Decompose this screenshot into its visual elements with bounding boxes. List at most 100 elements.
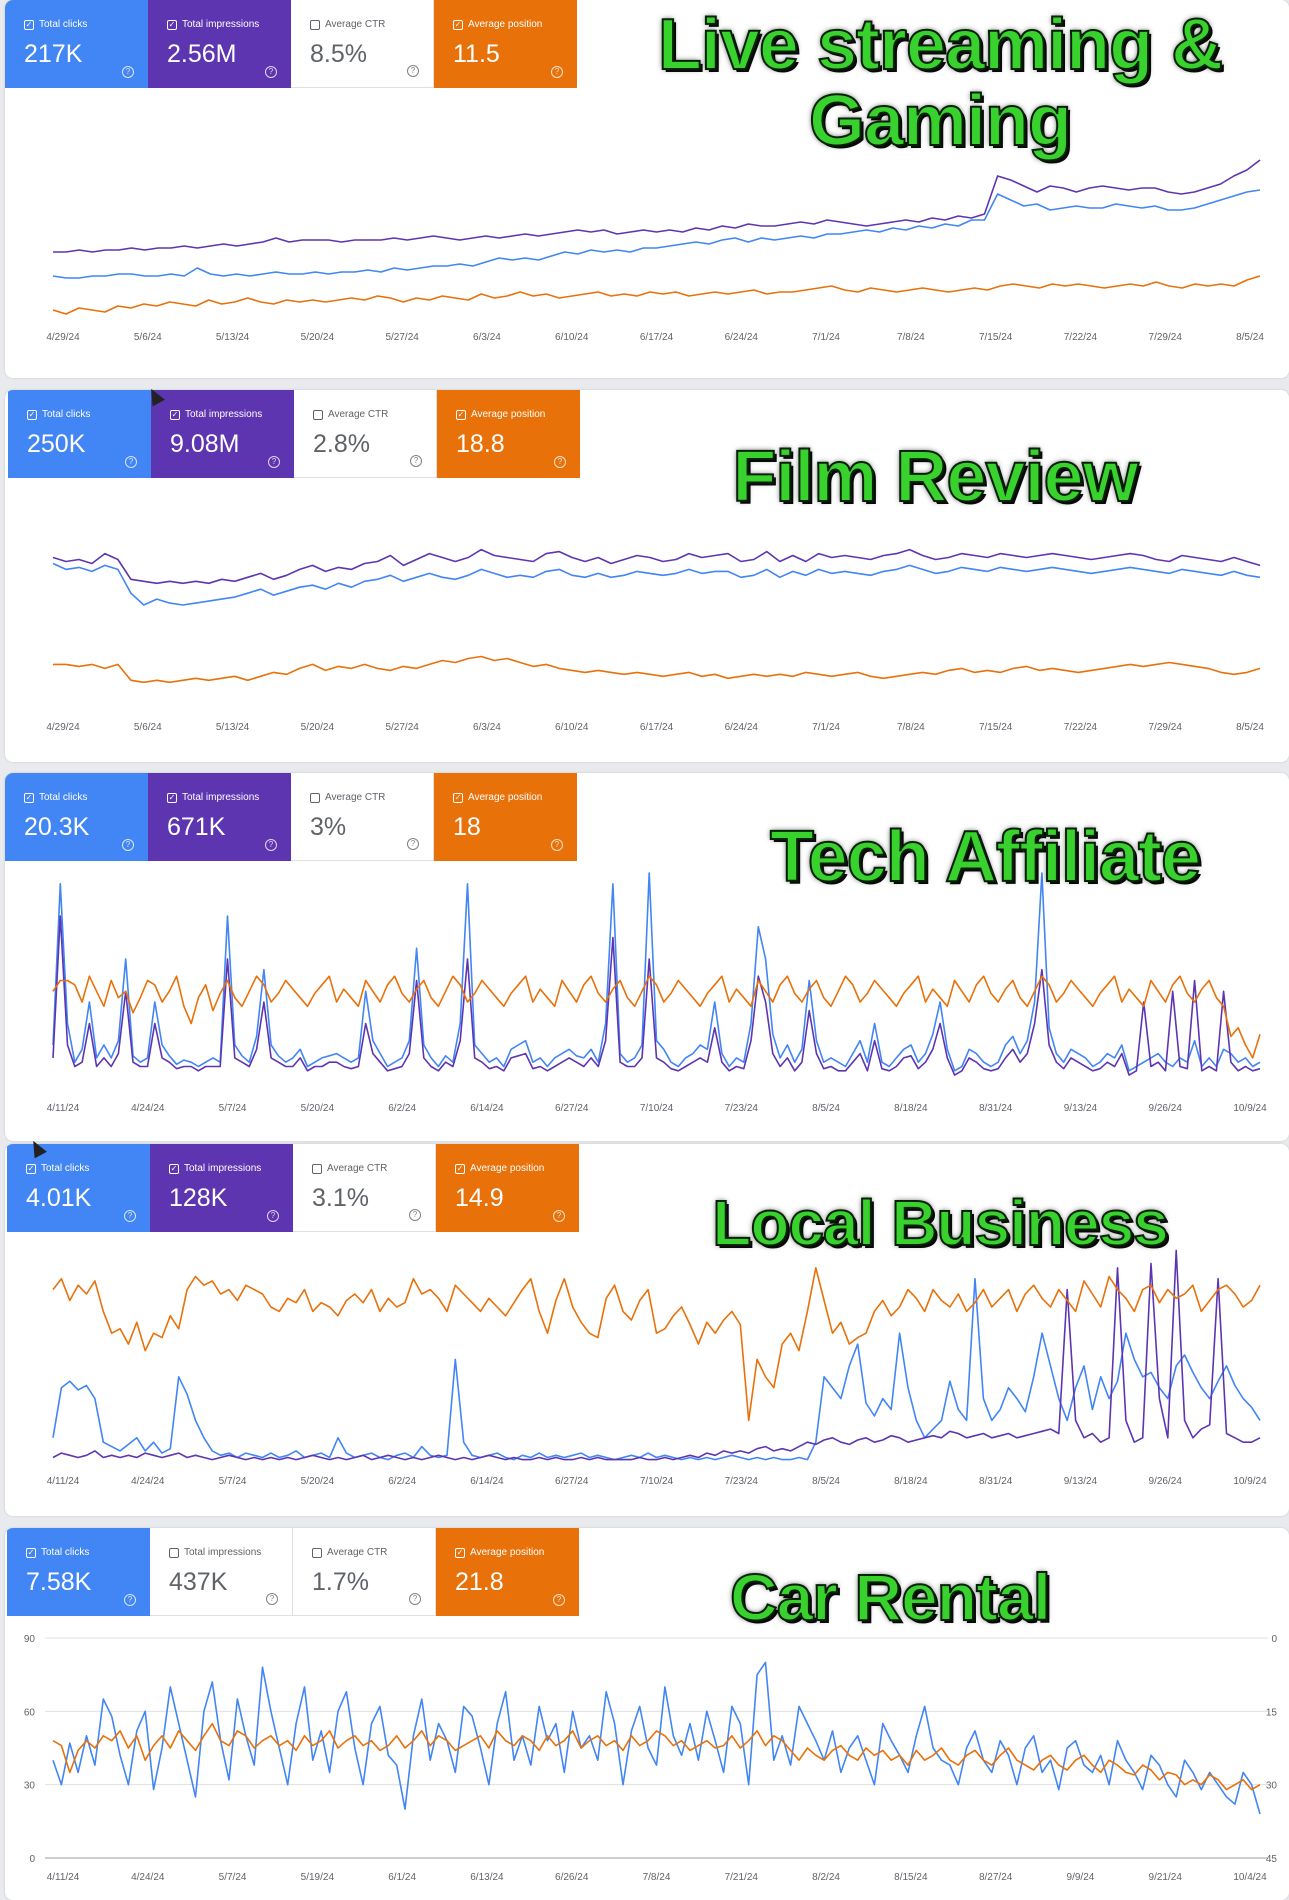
metric-card-impr[interactable]: ✓ Total impressions 9.08M? <box>151 390 294 478</box>
metric-value: 250K <box>27 430 86 458</box>
metric-card-pos[interactable]: ✓ Average position 18? <box>434 773 577 861</box>
help-icon[interactable]: ? <box>409 1209 421 1221</box>
help-icon[interactable]: ? <box>551 839 563 851</box>
x-tick-label: 6/10/24 <box>555 722 589 733</box>
help-icon[interactable]: ? <box>553 1210 565 1222</box>
x-tick-label: 5/7/24 <box>219 1872 247 1883</box>
metric-card-ctr[interactable]: Average CTR 2.8%? <box>294 390 437 478</box>
help-icon[interactable]: ? <box>553 1594 565 1606</box>
checkbox-checked-icon[interactable]: ✓ <box>167 19 177 30</box>
x-tick-label: 6/2/24 <box>388 1476 416 1487</box>
x-tick-label: 7/29/24 <box>1149 722 1183 733</box>
checkbox-checked-icon[interactable]: ✓ <box>456 409 466 420</box>
x-tick-label: 6/14/24 <box>470 1476 504 1487</box>
checkbox-empty-icon[interactable] <box>310 19 320 30</box>
metric-label: Total impressions <box>184 1163 262 1174</box>
metric-card-clicks[interactable]: ✓ Total clicks 7.58K? <box>7 1528 150 1616</box>
help-icon[interactable]: ? <box>265 839 277 851</box>
y-tick-label-left: 30 <box>24 1781 36 1792</box>
x-tick-label: 7/23/24 <box>725 1476 759 1487</box>
x-tick-label: 5/6/24 <box>134 722 162 733</box>
checkbox-checked-icon[interactable]: ✓ <box>453 792 463 803</box>
checkbox-empty-icon[interactable] <box>310 792 320 803</box>
metric-card-impr[interactable]: Total impressions 437K? <box>150 1528 293 1616</box>
checkbox-checked-icon[interactable]: ✓ <box>26 1547 36 1558</box>
metric-card-pos[interactable]: ✓ Average position 18.8? <box>437 390 580 478</box>
metric-card-clicks[interactable]: ✓ Total clicks 20.3K? <box>5 773 148 861</box>
help-icon[interactable]: ? <box>125 456 137 468</box>
x-tick-label: 7/15/24 <box>979 332 1013 343</box>
help-icon[interactable]: ? <box>265 66 277 78</box>
metric-value: 3.1% <box>312 1184 369 1212</box>
x-tick-label: 6/13/24 <box>470 1872 504 1883</box>
help-icon[interactable]: ? <box>407 65 419 77</box>
x-tick-label: 10/9/24 <box>1233 1476 1267 1487</box>
x-tick-label: 8/5/24 <box>1236 332 1264 343</box>
metric-card-clicks[interactable]: ✓ Total clicks 250K? <box>8 390 151 478</box>
x-tick-label: 5/20/24 <box>301 332 335 343</box>
help-icon[interactable]: ? <box>410 455 422 467</box>
checkbox-empty-icon[interactable] <box>312 1547 322 1558</box>
help-icon[interactable]: ? <box>266 1593 278 1605</box>
metric-card-ctr[interactable]: Average CTR 3.1%? <box>293 1144 436 1232</box>
checkbox-checked-icon[interactable]: ✓ <box>169 1163 179 1174</box>
checkbox-checked-icon[interactable]: ✓ <box>167 792 177 803</box>
metric-value: 8.5% <box>310 40 367 68</box>
niche-title: Car Rental <box>715 1561 1065 1633</box>
metric-card-pos[interactable]: ✓ Average position 14.9? <box>436 1144 579 1232</box>
checkbox-checked-icon[interactable]: ✓ <box>24 19 34 30</box>
performance-chart: 4/11/24 4/24/24 5/7/24 5/20/24 6/2/24 6/14/24… <box>47 872 1267 1114</box>
metric-card-impr[interactable]: ✓ Total impressions 128K? <box>150 1144 293 1232</box>
x-tick-label: 6/3/24 <box>473 332 501 343</box>
x-tick-label: 7/8/24 <box>643 1872 671 1883</box>
checkbox-checked-icon[interactable]: ✓ <box>24 792 34 803</box>
x-tick-label: 9/13/24 <box>1064 1476 1098 1487</box>
metric-card-impr[interactable]: ✓ Total impressions 671K? <box>148 773 291 861</box>
help-icon[interactable]: ? <box>554 456 566 468</box>
help-icon[interactable]: ? <box>551 66 563 78</box>
x-tick-label: 4/11/24 <box>47 1872 80 1883</box>
metric-card-ctr[interactable]: Average CTR 1.7%? <box>293 1528 436 1616</box>
checkbox-empty-icon[interactable] <box>169 1547 179 1558</box>
checkbox-empty-icon[interactable] <box>312 1163 322 1174</box>
x-tick-label: 8/5/24 <box>1236 722 1264 733</box>
x-tick-label: 8/31/24 <box>979 1103 1013 1114</box>
metric-card-ctr[interactable]: Average CTR 8.5%? <box>291 0 434 88</box>
x-tick-label: 4/24/24 <box>131 1476 165 1487</box>
metric-value: 4.01K <box>26 1184 92 1212</box>
metric-value: 20.3K <box>24 813 90 841</box>
metric-card-impr[interactable]: ✓ Total impressions 2.56M? <box>148 0 291 88</box>
checkbox-checked-icon[interactable]: ✓ <box>455 1547 465 1558</box>
help-icon[interactable]: ? <box>122 839 134 851</box>
x-tick-label: 10/9/24 <box>1233 1103 1267 1114</box>
metric-value: 437K <box>169 1568 228 1596</box>
help-icon[interactable]: ? <box>124 1594 136 1606</box>
x-tick-label: 9/26/24 <box>1149 1476 1183 1487</box>
checkbox-checked-icon[interactable]: ✓ <box>455 1163 465 1174</box>
niche-title-line: Tech Affiliate <box>769 817 1202 897</box>
metric-card-clicks[interactable]: ✓ Total clicks 4.01K? <box>7 1144 150 1232</box>
metric-card-ctr[interactable]: Average CTR 3%? <box>291 773 434 861</box>
checkbox-checked-icon[interactable]: ✓ <box>26 1163 36 1174</box>
checkbox-empty-icon[interactable] <box>313 409 323 420</box>
series-line-total-impressions <box>52 548 1261 585</box>
metric-label: Total clicks <box>39 19 88 30</box>
help-icon[interactable]: ? <box>122 66 134 78</box>
x-tick-label: 9/13/24 <box>1064 1103 1098 1114</box>
metric-card-pos[interactable]: ✓ Average position 11.5? <box>434 0 577 88</box>
metric-card-clicks[interactable]: ✓ Total clicks 217K? <box>5 0 148 88</box>
x-tick-label: 6/24/24 <box>725 332 759 343</box>
help-icon[interactable]: ? <box>407 838 419 850</box>
metric-card-pos[interactable]: ✓ Average position 21.8? <box>436 1528 579 1616</box>
checkbox-checked-icon[interactable]: ✓ <box>170 409 180 420</box>
x-tick-label: 6/27/24 <box>555 1476 589 1487</box>
checkbox-checked-icon[interactable]: ✓ <box>27 409 37 420</box>
help-icon[interactable]: ? <box>124 1210 136 1222</box>
series-line-total-clicks <box>52 1277 1261 1461</box>
checkbox-checked-icon[interactable]: ✓ <box>453 19 463 30</box>
help-icon[interactable]: ? <box>268 456 280 468</box>
help-icon[interactable]: ? <box>267 1210 279 1222</box>
help-icon[interactable]: ? <box>409 1593 421 1605</box>
series-line-total-clicks <box>52 189 1261 279</box>
x-tick-label: 4/11/24 <box>47 1103 80 1114</box>
